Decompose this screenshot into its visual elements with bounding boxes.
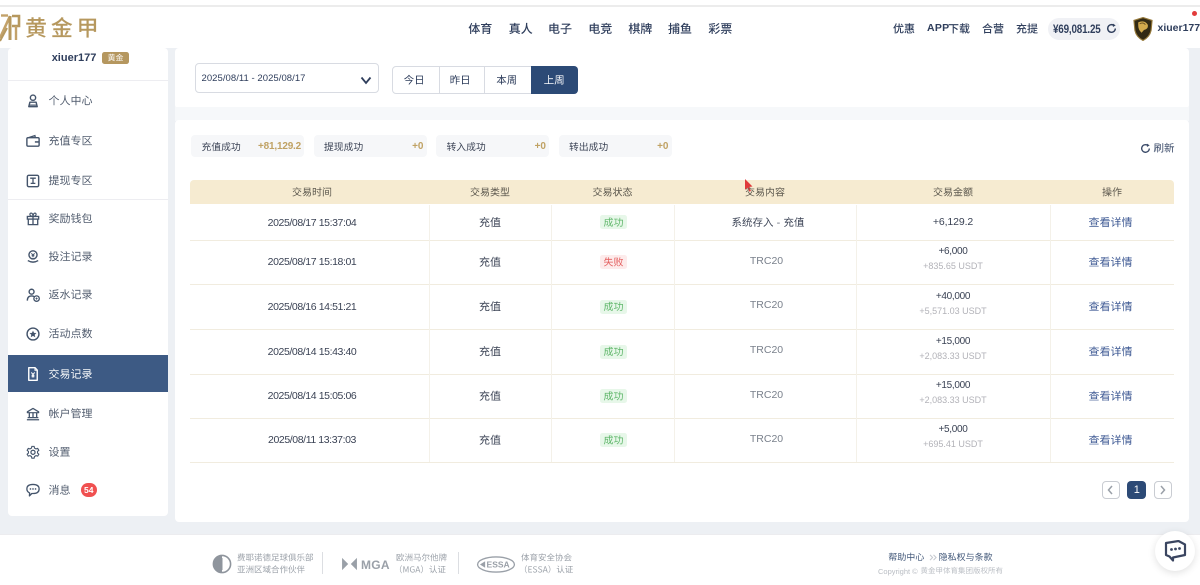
svg-text:ESSA: ESSA: [487, 560, 510, 570]
